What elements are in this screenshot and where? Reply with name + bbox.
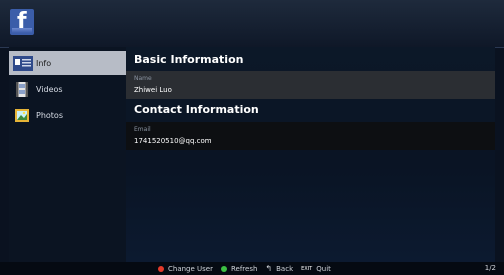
photo-icon (15, 108, 29, 122)
exit-key-icon: EXIT (301, 265, 313, 272)
name-field: Name Zhiwei Luo (126, 71, 495, 99)
quit-label[interactable]: Quit (316, 265, 331, 273)
green-key-icon (220, 265, 227, 272)
sidebar-item-info[interactable]: Info (9, 51, 126, 75)
red-key-icon (158, 265, 164, 272)
back-arrow-icon: ↰ (265, 264, 273, 273)
contact-info-heading: Contact Information (134, 103, 259, 116)
sidebar-item-videos[interactable]: Videos (9, 77, 126, 101)
video-icon (16, 81, 28, 97)
basic-info-heading: Basic Information (134, 53, 244, 66)
name-label: Name (134, 75, 152, 82)
sidebar-item-photos[interactable]: Photos (9, 103, 126, 127)
footer-bar: Change User Refresh ↰ Back EXIT Quit 1/2 (0, 262, 504, 275)
refresh-label[interactable]: Refresh (231, 265, 257, 273)
header-bar: f (0, 0, 504, 48)
email-value: 1741520510@qq.com (134, 137, 212, 145)
back-label[interactable]: Back (276, 265, 293, 273)
sidebar: Info Videos Photos (9, 47, 126, 262)
email-label: Email (134, 126, 151, 133)
facebook-logo-icon: f (10, 9, 34, 35)
info-panel: Basic Information Name Zhiwei Luo Contac… (126, 47, 495, 262)
name-value: Zhiwei Luo (134, 86, 172, 94)
page-indicator: 1/2 (484, 264, 496, 272)
sidebar-item-label: Info (36, 58, 52, 68)
key-legend: Change User Refresh ↰ Back EXIT Quit (158, 264, 335, 273)
email-field: Email 1741520510@qq.com (126, 122, 495, 150)
sidebar-item-label: Photos (36, 110, 63, 120)
change-user-label[interactable]: Change User (168, 265, 213, 273)
sidebar-item-label: Videos (36, 84, 63, 94)
info-icon (13, 55, 33, 71)
